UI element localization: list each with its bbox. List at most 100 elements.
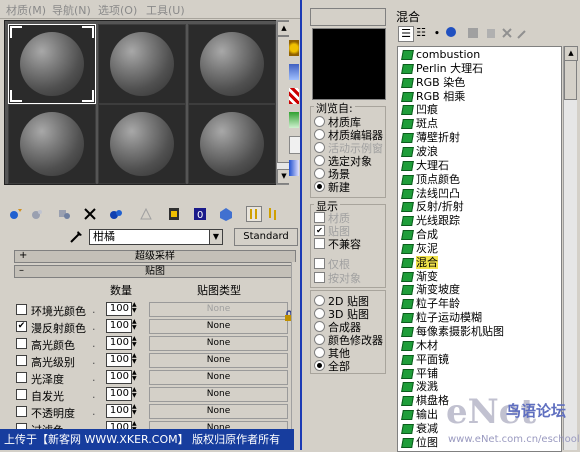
map-list-item[interactable]: 斑点	[401, 117, 438, 130]
show-map-in-viewport-icon[interactable]: 0	[192, 206, 208, 222]
map-list-item[interactable]: 平面镜	[401, 353, 449, 366]
show-checkbox[interactable]	[314, 258, 325, 269]
map-enable-checkbox[interactable]: ✔	[16, 321, 27, 332]
map-list-item[interactable]: 渐变	[401, 270, 438, 283]
pick-icon[interactable]	[516, 26, 530, 40]
go-to-parent-icon[interactable]	[246, 206, 262, 222]
sample-type-icon[interactable]	[289, 40, 299, 56]
assign-to-selection-icon[interactable]	[56, 206, 72, 222]
show-checkbox[interactable]: ✔	[314, 225, 325, 236]
filter-radio[interactable]	[314, 334, 325, 345]
map-list-item[interactable]: 凹痕	[401, 103, 438, 116]
show-checkbox[interactable]	[314, 238, 325, 249]
map-slot-button[interactable]: None	[149, 370, 288, 385]
map-list-item[interactable]: Perlin 大理石	[401, 62, 483, 75]
map-slot-button[interactable]: None	[149, 336, 288, 351]
map-list-item[interactable]: 反射/折射	[401, 200, 464, 213]
map-amount-input[interactable]: 100	[106, 336, 132, 350]
view-large-icons-icon[interactable]	[444, 26, 458, 40]
map-list-item[interactable]: 薄壁折射	[401, 131, 460, 144]
map-list-item[interactable]: 渐变坡度	[401, 283, 460, 296]
map-list-item[interactable]: 合成	[401, 228, 438, 241]
filter-radio[interactable]	[314, 347, 325, 358]
sample-slot-4[interactable]	[8, 104, 96, 184]
pick-material-icon[interactable]	[68, 228, 84, 244]
view-list-icon[interactable]: ☰	[398, 26, 414, 42]
menu-options[interactable]: 选项(O)	[98, 2, 137, 18]
chevron-down-icon[interactable]: ▼	[209, 229, 223, 245]
view-list-icons-icon[interactable]: ☷	[414, 26, 428, 40]
amount-spinner-icon[interactable]: ▲▼	[132, 370, 139, 383]
browse-from-radio[interactable]	[314, 181, 325, 192]
sample-slot-2[interactable]	[98, 24, 186, 104]
map-list-item[interactable]: combustion	[401, 48, 480, 61]
map-enable-checkbox[interactable]	[16, 338, 27, 349]
map-list-item[interactable]: 粒子年龄	[401, 297, 460, 310]
material-name-input[interactable]: 柑橘	[89, 229, 214, 245]
amount-spinner-icon[interactable]: ▲▼	[132, 387, 139, 400]
map-amount-input[interactable]: 100	[106, 387, 132, 401]
rollout-maps[interactable]: – 贴图	[14, 265, 296, 278]
map-amount-input[interactable]: 100	[106, 319, 132, 333]
rollout-super-sampling[interactable]: + 超级采样	[14, 250, 296, 263]
put-to-scene-icon[interactable]	[28, 206, 44, 222]
make-unique-icon[interactable]	[108, 206, 124, 222]
map-list-item[interactable]: 波浪	[401, 145, 438, 158]
map-list-item[interactable]: 混合	[401, 255, 438, 269]
map-enable-checkbox[interactable]	[16, 355, 27, 366]
show-checkbox[interactable]	[314, 212, 325, 223]
map-amount-input[interactable]: 100	[106, 302, 132, 316]
map-slot-button[interactable]: None	[149, 319, 288, 334]
slots-scrollbar[interactable]: ▲ ▼	[276, 20, 291, 185]
panel-scrollbar[interactable]	[291, 262, 299, 432]
sample-slot-1[interactable]	[8, 24, 96, 104]
map-list-item[interactable]: 灰泥	[401, 242, 438, 255]
map-list-scroll-thumb[interactable]	[564, 60, 577, 100]
sample-slot-6[interactable]	[188, 104, 276, 184]
sample-slot-5[interactable]	[98, 104, 186, 184]
get-material-icon[interactable]	[8, 206, 24, 222]
scroll-up-arrow-icon[interactable]: ▲	[564, 46, 578, 61]
amount-spinner-icon[interactable]: ▲▼	[132, 302, 139, 315]
backlight-icon[interactable]	[289, 64, 299, 80]
filter-radio[interactable]	[314, 308, 325, 319]
show-end-result-icon[interactable]	[218, 206, 234, 222]
map-list-item[interactable]: 泼溅	[401, 380, 438, 393]
map-enable-checkbox[interactable]	[16, 304, 27, 315]
map-list-item[interactable]: RGB 染色	[401, 76, 465, 89]
amount-spinner-icon[interactable]: ▲▼	[132, 353, 139, 366]
amount-spinner-icon[interactable]: ▲▼	[132, 319, 139, 332]
go-forward-sibling-icon[interactable]	[266, 206, 282, 222]
map-slot-button[interactable]: None	[149, 302, 288, 317]
clear-icon[interactable]	[500, 26, 514, 40]
background-icon[interactable]	[289, 88, 299, 104]
map-list-item[interactable]: 大理石	[401, 159, 449, 172]
map-slot-button[interactable]: None	[149, 353, 288, 368]
browse-from-radio[interactable]	[314, 155, 325, 166]
map-list-item[interactable]: 棋盘格	[401, 394, 449, 407]
map-list-item[interactable]: 光线跟踪	[401, 214, 460, 227]
map-list-item[interactable]: 法线凹凸	[401, 187, 460, 200]
map-amount-input[interactable]: 100	[106, 370, 132, 384]
material-effects-channel-icon[interactable]	[166, 206, 182, 222]
map-list-item[interactable]: RGB 相乘	[401, 90, 465, 103]
map-enable-checkbox[interactable]	[16, 389, 27, 400]
map-list-item[interactable]: 粒子运动模糊	[401, 311, 482, 324]
amount-spinner-icon[interactable]: ▲▼	[132, 404, 139, 417]
make-preview-icon[interactable]	[289, 160, 299, 176]
show-checkbox[interactable]	[314, 272, 325, 283]
map-slot-button[interactable]: None	[149, 387, 288, 402]
map-list-item[interactable]: 位图	[401, 436, 438, 449]
browse-from-radio[interactable]	[314, 142, 325, 153]
browse-from-radio[interactable]	[314, 168, 325, 179]
material-type-button[interactable]: Standard	[234, 228, 298, 246]
sample-slot-3[interactable]	[188, 24, 276, 104]
map-list-item[interactable]: 顶点颜色	[401, 173, 460, 186]
map-list-item[interactable]: 平铺	[401, 367, 438, 380]
put-to-library-icon[interactable]	[138, 206, 154, 222]
map-list-item[interactable]: 输出	[401, 408, 438, 421]
menu-material[interactable]: 材质(M)	[6, 2, 46, 18]
map-enable-checkbox[interactable]	[16, 406, 27, 417]
map-list-scrollbar[interactable]: ▲	[563, 46, 578, 450]
filter-radio[interactable]	[314, 295, 325, 306]
